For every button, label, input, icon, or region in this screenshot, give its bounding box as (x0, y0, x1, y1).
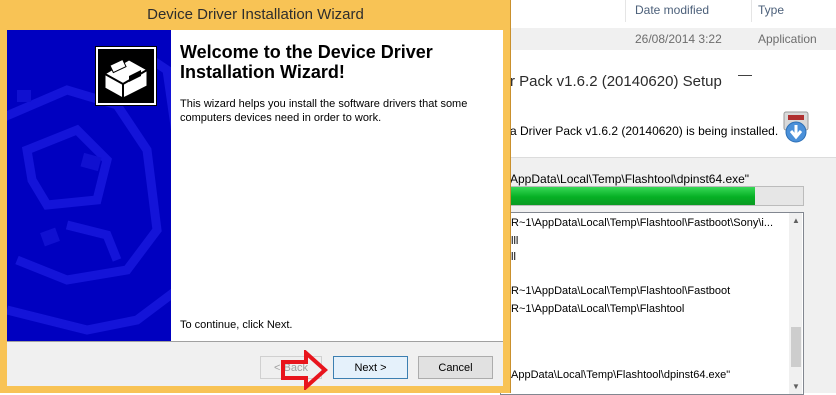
file-list-row[interactable]: 26/08/2014 3:22 Application (510, 28, 836, 50)
wizard-client-area: Welcome to the Device Driver Installatio… (7, 30, 503, 386)
wizard-banner (7, 30, 171, 341)
file-type: Application (758, 32, 817, 46)
log-scrollbar[interactable]: ▲ ▼ (789, 213, 802, 394)
current-file-path: AppData\Local\Temp\Flashtool\dpinst64.ex… (510, 172, 750, 186)
button-separator (7, 341, 503, 342)
driver-wizard-dialog: Device Driver Installation Wizard Welcom… (0, 0, 511, 393)
annotation-arrow-icon (281, 350, 328, 390)
setup-header: a Driver Pack v1.6.2 (20140620) is being… (500, 102, 836, 158)
progress-fill (501, 187, 755, 205)
log-line: R~1\AppData\Local\Temp\Flashtool\Fastboo… (511, 217, 774, 229)
log-line: ll (511, 251, 516, 263)
file-date-modified: 26/08/2014 3:22 (635, 32, 722, 46)
log-line: R~1\AppData\Local\Temp\Flashtool (511, 303, 685, 315)
setup-window: r Pack v1.6.2 (20140620) Setup — a Drive… (500, 62, 836, 395)
scroll-thumb[interactable] (791, 327, 801, 367)
device-driver-icon (95, 46, 157, 106)
wizard-heading: Welcome to the Device Driver Installatio… (180, 42, 433, 82)
file-list-header: Date modified Type (510, 0, 836, 22)
continue-instruction: To continue, click Next. (180, 319, 293, 331)
column-separator[interactable] (751, 0, 752, 22)
install-log-list[interactable]: R~1\AppData\Local\Temp\Flashtool\Fastboo… (500, 212, 804, 395)
installer-icon (783, 111, 809, 143)
log-line: R~1\AppData\Local\Temp\Flashtool\Fastboo… (511, 285, 731, 297)
column-header-type[interactable]: Type (758, 3, 784, 17)
setup-title: r Pack v1.6.2 (20140620) Setup (510, 73, 722, 90)
next-button[interactable]: Next > (333, 356, 408, 379)
scroll-down-icon[interactable]: ▼ (792, 382, 800, 391)
setup-status-text: a Driver Pack v1.6.2 (20140620) is being… (510, 124, 779, 138)
scroll-up-icon[interactable]: ▲ (792, 216, 800, 225)
wizard-description: This wizard helps you install the softwa… (180, 98, 468, 124)
setup-title-bar: r Pack v1.6.2 (20140620) Setup — (500, 62, 836, 102)
cancel-button[interactable]: Cancel (418, 356, 493, 379)
column-separator[interactable] (625, 0, 626, 22)
log-line: lll (511, 235, 519, 247)
minimize-button[interactable]: — (738, 66, 752, 82)
column-header-date-modified[interactable]: Date modified (635, 3, 709, 17)
wizard-content: Welcome to the Device Driver Installatio… (171, 30, 503, 341)
wizard-title: Device Driver Installation Wizard (147, 6, 364, 23)
install-progress-bar (500, 186, 804, 206)
log-line: AppData\Local\Temp\Flashtool\dpinst64.ex… (511, 369, 731, 381)
